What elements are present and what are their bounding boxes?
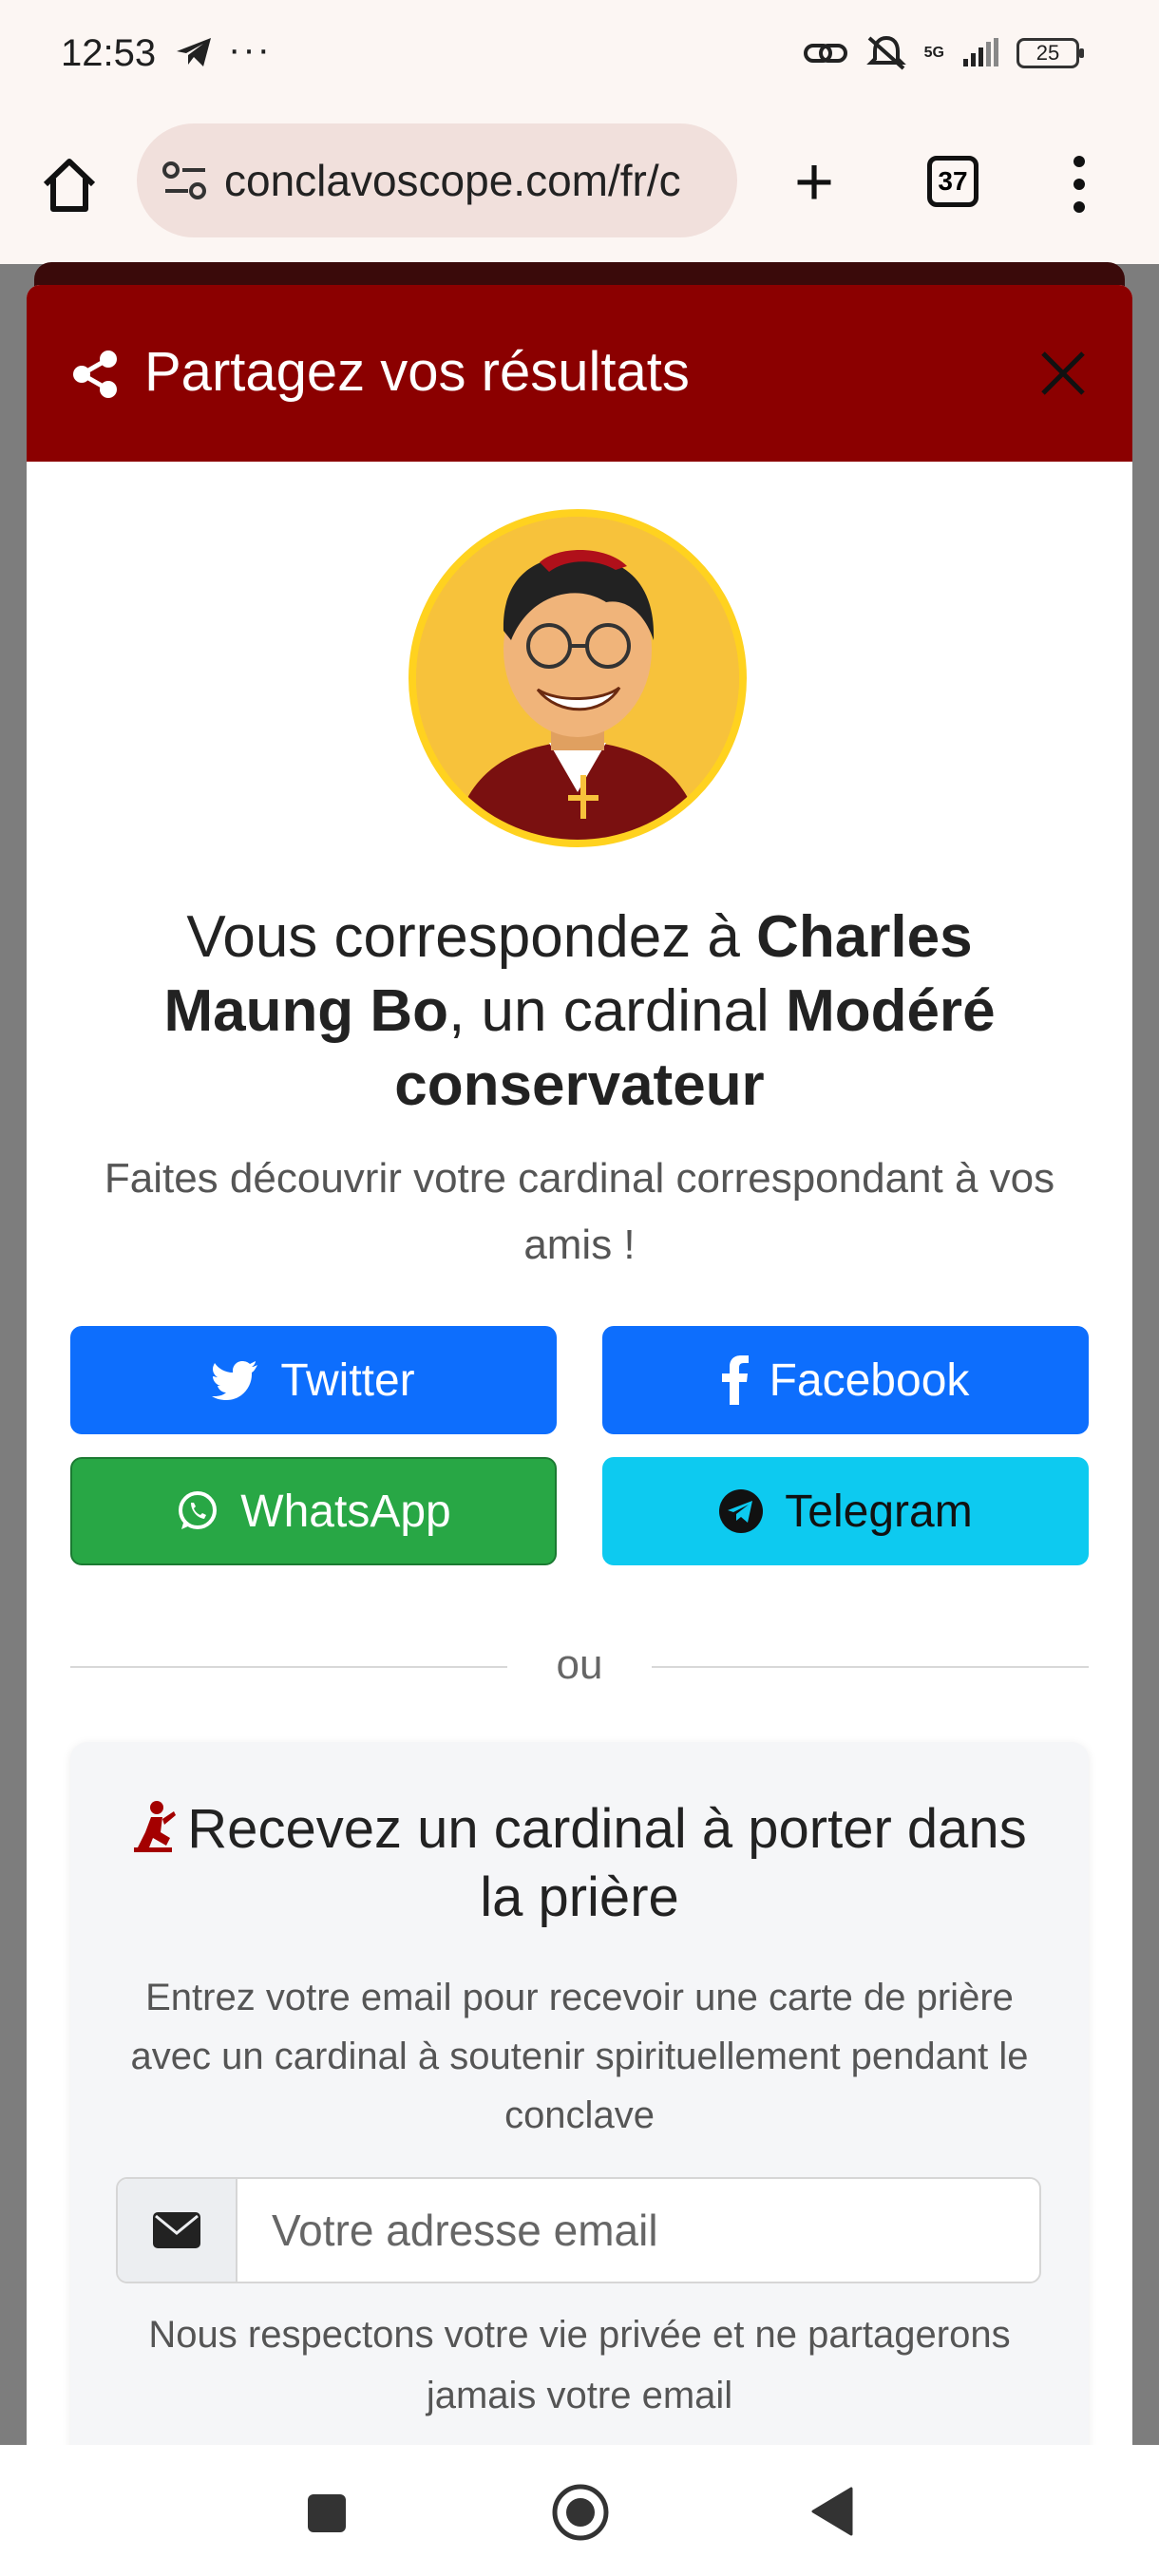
telegram-icon (719, 1489, 764, 1533)
cardinal-avatar (408, 509, 747, 847)
bell-muted-icon (865, 35, 906, 70)
prayer-description: Entrez votre email pour recevoir une car… (130, 1977, 1029, 2136)
recent-apps-button[interactable] (308, 2494, 346, 2532)
email-input[interactable] (238, 2179, 1036, 2282)
email-addon (118, 2179, 238, 2282)
prayer-title: Recevez un cardinal à porter dans la pri… (108, 1795, 1051, 1932)
new-tab-button[interactable]: + (781, 148, 847, 218)
home-icon[interactable] (36, 152, 103, 218)
home-button[interactable] (551, 2483, 610, 2542)
telegram-label: Telegram (785, 1486, 973, 1537)
share-icon (73, 350, 117, 398)
facebook-share-button[interactable]: Facebook (602, 1326, 1089, 1434)
twitter-label: Twitter (280, 1354, 415, 1406)
telegram-share-button[interactable]: Telegram (602, 1457, 1089, 1565)
praying-icon (134, 1801, 177, 1852)
twitter-icon (212, 1361, 258, 1400)
url-text[interactable]: conclavoscope.com/fr/c (224, 155, 728, 206)
site-settings-icon[interactable] (162, 159, 209, 202)
cardinal-portrait-image (416, 517, 739, 840)
more-menu-icon[interactable] (1068, 154, 1091, 215)
twitter-share-button[interactable]: Twitter (70, 1326, 557, 1434)
match-prefix: Vous correspondez à (186, 904, 757, 970)
close-icon[interactable] (1037, 348, 1089, 399)
whatsapp-label: WhatsApp (240, 1486, 451, 1537)
share-results-modal: Partagez vos résultats Vous correspondez… (27, 285, 1132, 2460)
telegram-notification-icon (177, 38, 211, 66)
battery-icon: 25 (1016, 38, 1084, 68)
email-input-group (116, 2177, 1041, 2283)
tab-count: 37 (938, 166, 968, 196)
battery-level: 25 (1036, 41, 1060, 65)
signal-icon (963, 38, 998, 66)
link-icon (803, 44, 847, 63)
status-time: 12:53 (61, 32, 157, 74)
match-middle: , un cardinal (448, 978, 787, 1044)
prayer-card: Recevez un cardinal à porter dans la pri… (70, 1742, 1089, 2460)
envelope-icon (153, 2212, 200, 2248)
or-separator: ou (556, 1641, 603, 1688)
modal-title: Partagez vos résultats (144, 341, 690, 403)
whatsapp-share-button[interactable]: WhatsApp (70, 1457, 557, 1565)
modal-header: Partagez vos résultats (27, 285, 1132, 462)
divider-right (652, 1666, 1089, 1668)
facebook-label: Facebook (769, 1354, 970, 1406)
status-bar: 12:53 ··· 5G 25 (0, 0, 1159, 112)
more-notifications-icon: ··· (228, 28, 272, 70)
prayer-title-text: Recevez un cardinal à porter dans la pri… (187, 1798, 1027, 1928)
network-type-label: 5G (923, 45, 944, 61)
back-button[interactable] (809, 2487, 855, 2536)
system-nav-bar (0, 2445, 1159, 2576)
browser-toolbar: conclavoscope.com/fr/c + 37 (0, 112, 1159, 265)
divider-left (70, 1666, 507, 1668)
privacy-note: Nous respectons votre vie privée et ne p… (148, 2314, 1011, 2416)
whatsapp-icon (179, 1491, 218, 1529)
share-subtext: Faites découvrir votre cardinal correspo… (104, 1155, 1055, 1268)
match-heading: Vous correspondez à Charles Maung Bo, un… (84, 900, 1075, 1123)
facebook-icon (721, 1355, 749, 1405)
address-bar[interactable]: conclavoscope.com/fr/c (137, 123, 737, 237)
tab-switcher-button[interactable]: 37 (927, 156, 978, 207)
